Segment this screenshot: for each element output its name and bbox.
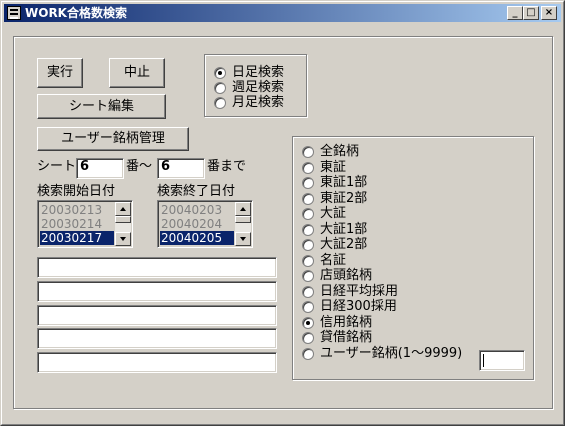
start-date-label: 検索開始日付 bbox=[37, 184, 116, 199]
scroll-down-button[interactable] bbox=[235, 232, 251, 246]
market-label: 貸借銘柄 bbox=[320, 330, 373, 345]
market-label: 東証 bbox=[320, 160, 347, 175]
end-date-label: 検索終了日付 bbox=[157, 184, 236, 199]
list-item[interactable]: 20030214 bbox=[40, 217, 114, 231]
sheet-suffix-label: 番まで bbox=[207, 159, 247, 174]
market-radio[interactable] bbox=[302, 270, 314, 282]
arrow-up-icon bbox=[240, 207, 246, 211]
scroll-thumb[interactable] bbox=[115, 216, 131, 223]
sheet-from-input[interactable]: 6 bbox=[76, 158, 124, 179]
scroll-up-button[interactable] bbox=[115, 202, 131, 216]
market-label: 大証1部 bbox=[320, 222, 368, 237]
market-radio[interactable] bbox=[302, 301, 314, 313]
list-item[interactable]: 20040203 bbox=[160, 203, 234, 217]
app-window: WORK合格数検索 _ □ × 実行 中止 シート編集 ユーザー銘柄管理 日足検… bbox=[0, 0, 565, 426]
scroll-down-button[interactable] bbox=[115, 232, 131, 246]
sheet-label: シート bbox=[37, 159, 77, 174]
sheet-to-input[interactable]: 6 bbox=[157, 158, 205, 179]
minimize-button[interactable]: _ bbox=[507, 6, 523, 20]
list-item[interactable]: 20040204 bbox=[160, 217, 234, 231]
list-item-selected[interactable]: 20040205 bbox=[160, 231, 234, 245]
stop-button[interactable]: 中止 bbox=[109, 58, 165, 88]
title-bar[interactable]: WORK合格数検索 _ □ × bbox=[4, 4, 561, 22]
end-date-list[interactable]: 20040203 20040204 20040205 bbox=[157, 200, 253, 248]
market-label: ユーザー銘柄(1～9999) bbox=[320, 346, 463, 361]
scroll-thumb[interactable] bbox=[235, 216, 251, 223]
text-field-4[interactable] bbox=[37, 328, 277, 349]
market-radio[interactable] bbox=[302, 255, 314, 267]
period-label-daily: 日足検索 bbox=[232, 65, 285, 80]
period-group: 日足検索 週足検索 月足検索 bbox=[204, 54, 307, 117]
user-code-input[interactable] bbox=[479, 350, 525, 371]
market-radio[interactable] bbox=[302, 177, 314, 189]
period-label-monthly: 月足検索 bbox=[232, 95, 285, 110]
user-stock-manage-button[interactable]: ユーザー銘柄管理 bbox=[37, 127, 189, 151]
client-area: 実行 中止 シート編集 ユーザー銘柄管理 日足検索 週足検索 月足検索 シート … bbox=[5, 23, 562, 423]
market-label: 東証2部 bbox=[320, 191, 368, 206]
text-caret bbox=[483, 354, 484, 367]
sheet-mid-label: 番～ bbox=[126, 159, 153, 174]
market-label: 店頭銘柄 bbox=[320, 268, 373, 283]
text-field-2[interactable] bbox=[37, 281, 277, 302]
sheet-edit-button[interactable]: シート編集 bbox=[37, 94, 166, 119]
market-label: 名証 bbox=[320, 253, 347, 268]
window-title: WORK合格数検索 bbox=[25, 6, 127, 20]
end-date-scrollbar[interactable] bbox=[235, 202, 251, 246]
market-label: 信用銘柄 bbox=[320, 315, 373, 330]
period-radio-weekly[interactable] bbox=[214, 82, 226, 94]
market-radio[interactable] bbox=[302, 239, 314, 251]
market-radio[interactable] bbox=[302, 317, 314, 329]
market-radio[interactable] bbox=[302, 348, 314, 360]
start-date-scrollbar[interactable] bbox=[115, 202, 131, 246]
period-radio-daily[interactable] bbox=[214, 67, 226, 79]
market-label: 東証1部 bbox=[320, 175, 368, 190]
text-field-5[interactable] bbox=[37, 352, 277, 373]
market-label: 日経300採用 bbox=[320, 299, 397, 314]
market-radio[interactable] bbox=[302, 224, 314, 236]
market-label: 大証2部 bbox=[320, 237, 368, 252]
text-field-1[interactable] bbox=[37, 257, 277, 278]
market-group: 全銘柄 東証 東証1部 東証2部 大証 大証1部 大証2部 名証 店頭銘柄 日経… bbox=[292, 136, 534, 380]
market-radio[interactable] bbox=[302, 146, 314, 158]
market-label: 大証 bbox=[320, 206, 347, 221]
period-radio-monthly[interactable] bbox=[214, 97, 226, 109]
maximize-button[interactable]: □ bbox=[523, 6, 539, 20]
period-label-weekly: 週足検索 bbox=[232, 80, 285, 95]
list-item-selected[interactable]: 20030217 bbox=[40, 231, 114, 245]
market-label: 全銘柄 bbox=[320, 144, 360, 159]
scroll-up-button[interactable] bbox=[235, 202, 251, 216]
market-radio[interactable] bbox=[302, 286, 314, 298]
close-button[interactable]: × bbox=[541, 6, 557, 20]
market-radio[interactable] bbox=[302, 332, 314, 344]
arrow-down-icon bbox=[120, 237, 126, 241]
run-button[interactable]: 実行 bbox=[37, 58, 83, 88]
arrow-down-icon bbox=[240, 237, 246, 241]
list-item[interactable]: 20030213 bbox=[40, 203, 114, 217]
app-icon bbox=[7, 6, 21, 20]
market-radio[interactable] bbox=[302, 208, 314, 220]
market-radio[interactable] bbox=[302, 162, 314, 174]
text-field-3[interactable] bbox=[37, 305, 277, 326]
arrow-up-icon bbox=[120, 207, 126, 211]
market-radio[interactable] bbox=[302, 193, 314, 205]
start-date-list[interactable]: 20030213 20030214 20030217 bbox=[37, 200, 133, 248]
market-label: 日経平均採用 bbox=[320, 284, 399, 299]
